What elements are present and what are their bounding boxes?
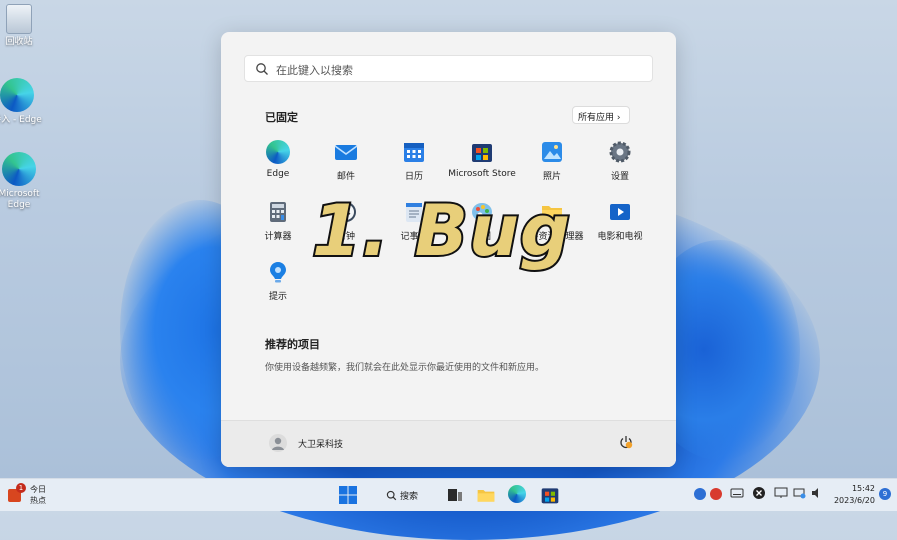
pinned-app-store[interactable]: Microsoft Store [447, 140, 517, 179]
pinned-app-calculator[interactable]: 计算器 [243, 200, 313, 242]
all-apps-button[interactable]: 所有应用 › [572, 106, 630, 124]
tray-security-icon[interactable] [694, 485, 708, 505]
desktop-icon-label: 导入 - Edge [0, 115, 42, 125]
taskbar-search-label: 搜索 [400, 492, 419, 502]
user-name[interactable]: 大卫呆科技 [298, 437, 343, 450]
news-line2: 热点 [30, 496, 46, 505]
edge-icon [508, 485, 526, 503]
calendar-icon [402, 140, 426, 164]
search-icon [386, 490, 397, 501]
clock-area[interactable]: 15:42 2023/6/20 [834, 483, 875, 507]
taskbar-edge[interactable] [508, 485, 528, 505]
start-button[interactable] [338, 485, 358, 505]
taskbar-store[interactable] [540, 485, 560, 505]
taskbar-search-button[interactable]: 搜索 [384, 485, 424, 505]
network-icon[interactable] [792, 485, 808, 505]
recommended-text: 你使用设备越频繁，我们就会在此处显示你最近使用的文件和新应用。 [265, 363, 545, 373]
settings-icon [608, 140, 632, 164]
windows-icon [339, 486, 357, 504]
avatar[interactable] [269, 434, 287, 452]
desktop-icon-microsoft-edge[interactable]: Microsoft Edge [0, 152, 48, 211]
mail-icon [334, 140, 358, 164]
app-label: 照片 [542, 172, 561, 182]
keyboard-icon[interactable] [730, 485, 746, 505]
pinned-app-settings[interactable]: 设置 [585, 140, 655, 182]
edge-icon [2, 152, 36, 186]
news-line1: 今日 [30, 485, 46, 494]
volume-icon[interactable] [810, 485, 826, 505]
app-label: Edge [266, 169, 290, 179]
taskbar: 1 今日 热点 搜索 15:42 2023/6/20 9 [0, 478, 897, 511]
tips-icon [266, 260, 290, 284]
pinned-title: 已固定 [265, 111, 298, 124]
app-label: 设置 [610, 172, 629, 182]
desktop-icon-label: Microsoft Edge [0, 189, 40, 210]
app-label: 邮件 [336, 172, 355, 182]
app-label: 日历 [404, 172, 423, 182]
pinned-app-edge[interactable]: Edge [243, 140, 313, 179]
news-badge: 1 [16, 483, 26, 493]
pinned-app-mail[interactable]: 邮件 [311, 140, 381, 182]
tray-app-icon[interactable] [710, 485, 724, 505]
search-icon [256, 63, 268, 75]
app-label: 计算器 [264, 232, 292, 242]
close-circle-icon[interactable] [752, 485, 768, 505]
photos-icon [540, 140, 564, 164]
task-view-icon [448, 489, 462, 501]
news-widget[interactable]: 1 今日 热点 [6, 483, 56, 507]
calculator-icon [266, 200, 290, 224]
desktop-icon-label: 回收站 [5, 37, 33, 47]
overlay-caption: 1. Bug [310, 188, 572, 274]
pinned-app-movies-tv[interactable]: 电影和电视 [585, 200, 655, 242]
recycle-bin-icon [6, 4, 32, 34]
search-placeholder: 在此键入以搜索 [276, 64, 353, 77]
tray-time: 15:42 [851, 484, 875, 493]
notification-badge[interactable]: 9 [879, 488, 891, 500]
app-label: 电影和电视 [597, 232, 643, 242]
task-view-button[interactable] [445, 485, 465, 505]
power-icon[interactable] [619, 435, 633, 449]
edge-icon [266, 140, 290, 164]
recommended-title: 推荐的项目 [265, 338, 320, 351]
taskbar-file-explorer[interactable] [476, 485, 496, 505]
pinned-app-photos[interactable]: 照片 [517, 140, 587, 182]
desktop-icon-import-edge[interactable]: 导入 - Edge [0, 78, 46, 126]
pinned-app-tips[interactable]: 提示 [243, 260, 313, 302]
store-icon [541, 488, 559, 504]
search-input[interactable]: 在此键入以搜索 [244, 55, 653, 82]
folder-icon [477, 490, 495, 502]
app-label: 提示 [268, 292, 287, 302]
desktop-icon-recycle-bin[interactable]: 回收站 [0, 4, 48, 48]
movies-icon [608, 200, 632, 224]
app-label: Microsoft Store [448, 169, 516, 179]
edge-icon [0, 78, 34, 112]
tray-date: 2023/6/20 [833, 496, 875, 505]
pinned-app-calendar[interactable]: 日历 [379, 140, 449, 182]
display-icon[interactable] [774, 485, 790, 505]
start-footer: 大卫呆科技 [221, 420, 676, 467]
store-icon [470, 140, 494, 164]
